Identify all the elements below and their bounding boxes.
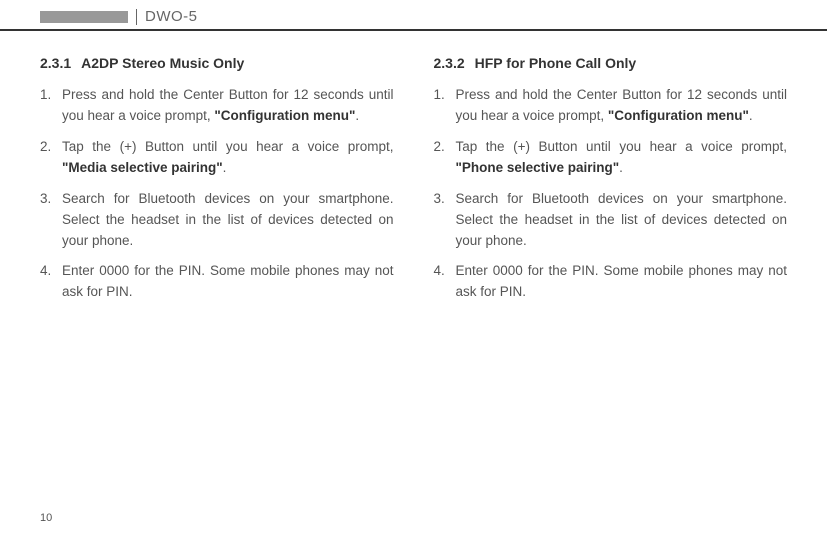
step-item: Press and hold the Center Button for 12 …	[434, 85, 788, 127]
step-text-pre: Tap the (+) Button until you hear a voic…	[62, 139, 394, 154]
steps-list-right: Press and hold the Center Button for 12 …	[434, 85, 788, 303]
step-item: Enter 0000 for the PIN. Some mobile phon…	[40, 261, 394, 303]
step-text-bold: "Phone selective pairing"	[456, 160, 620, 175]
section-heading-right: 2.3.2 HFP for Phone Call Only	[434, 55, 788, 71]
header-divider	[136, 9, 137, 25]
step-text-post: .	[355, 108, 359, 123]
step-text-pre: Search for Bluetooth devices on your sma…	[456, 191, 788, 248]
page-header: DWO-5	[0, 0, 827, 31]
step-text-bold: "Media selective pairing"	[62, 160, 223, 175]
step-text-post: .	[223, 160, 227, 175]
step-text-post: .	[749, 108, 753, 123]
step-text-post: .	[619, 160, 623, 175]
step-item: Press and hold the Center Button for 12 …	[40, 85, 394, 127]
step-text-pre: Enter 0000 for the PIN. Some mobile phon…	[62, 263, 394, 299]
header-accent-bar	[40, 11, 128, 23]
step-text-bold: "Configuration menu"	[608, 108, 749, 123]
heading-number: 2.3.1	[40, 55, 71, 71]
left-column: 2.3.1 A2DP Stereo Music Only Press and ho…	[40, 55, 394, 313]
page-number: 10	[40, 512, 52, 524]
heading-text: HFP for Phone Call Only	[475, 55, 637, 71]
heading-text: A2DP Stereo Music Only	[81, 55, 244, 71]
steps-list-left: Press and hold the Center Button for 12 …	[40, 85, 394, 303]
model-name: DWO-5	[145, 8, 198, 25]
step-item: Enter 0000 for the PIN. Some mobile phon…	[434, 261, 788, 303]
heading-number: 2.3.2	[434, 55, 465, 71]
step-item: Tap the (+) Button until you hear a voic…	[434, 137, 788, 179]
step-text-pre: Tap the (+) Button until you hear a voic…	[456, 139, 788, 154]
right-column: 2.3.2 HFP for Phone Call Only Press and h…	[434, 55, 788, 313]
step-item: Tap the (+) Button until you hear a voic…	[40, 137, 394, 179]
step-text-pre: Search for Bluetooth devices on your sma…	[62, 191, 394, 248]
section-heading-left: 2.3.1 A2DP Stereo Music Only	[40, 55, 394, 71]
step-item: Search for Bluetooth devices on your sma…	[40, 189, 394, 252]
content-area: 2.3.1 A2DP Stereo Music Only Press and ho…	[0, 31, 827, 313]
step-item: Search for Bluetooth devices on your sma…	[434, 189, 788, 252]
step-text-bold: "Configuration menu"	[214, 108, 355, 123]
step-text-pre: Enter 0000 for the PIN. Some mobile phon…	[456, 263, 788, 299]
